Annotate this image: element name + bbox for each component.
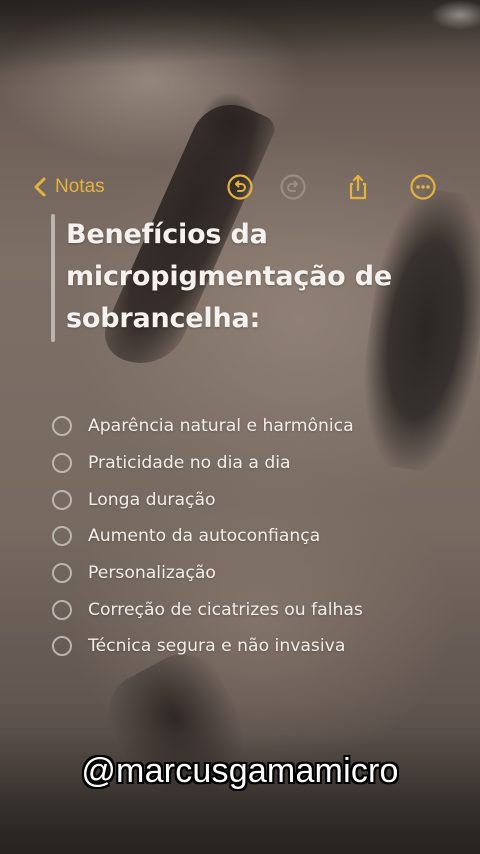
creator-handle: @marcusgamamicro bbox=[81, 752, 399, 790]
screen: Notas Benefícios da micropigmentação de … bbox=[0, 0, 480, 854]
checkbox-circle-icon[interactable] bbox=[52, 526, 72, 547]
checklist-item-label: Personalização bbox=[88, 563, 216, 584]
share-icon[interactable] bbox=[344, 173, 372, 201]
eyebrow-tail-image bbox=[200, 92, 260, 152]
checklist-item[interactable]: Personalização bbox=[52, 555, 472, 592]
checkbox-circle-icon[interactable] bbox=[52, 416, 72, 437]
undo-icon[interactable] bbox=[226, 173, 254, 201]
more-icon[interactable] bbox=[409, 173, 437, 201]
checklist-item[interactable]: Técnica segura e não invasiva bbox=[52, 628, 472, 665]
checklist-item[interactable]: Aumento da autoconfiança bbox=[52, 518, 472, 555]
checkbox-circle-icon[interactable] bbox=[52, 563, 72, 584]
back-button[interactable]: Notas bbox=[33, 170, 105, 204]
checkbox-circle-icon[interactable] bbox=[52, 453, 72, 474]
checkbox-circle-icon[interactable] bbox=[52, 489, 72, 510]
checklist-item-label: Técnica segura e não invasiva bbox=[88, 636, 346, 657]
back-label: Notas bbox=[55, 176, 105, 197]
notes-toolbar: Notas bbox=[0, 170, 480, 204]
note-title[interactable]: Benefícios da micropigmentação de sobran… bbox=[66, 214, 466, 340]
redo-icon[interactable] bbox=[279, 173, 307, 201]
checklist-item-label: Aparência natural e harmônica bbox=[88, 416, 354, 437]
checkbox-circle-icon[interactable] bbox=[52, 599, 72, 620]
checklist-item[interactable]: Longa duração bbox=[52, 481, 472, 518]
checklist-item-label: Aumento da autoconfiança bbox=[88, 526, 321, 547]
checklist-item-label: Longa duração bbox=[88, 489, 216, 510]
chevron-left-icon bbox=[34, 177, 46, 197]
checklist-item[interactable]: Correção de cicatrizes ou falhas bbox=[52, 591, 472, 628]
text-cursor-bar bbox=[51, 214, 55, 342]
checklist-item-label: Correção de cicatrizes ou falhas bbox=[88, 599, 363, 620]
checklist-item-label: Praticidade no dia a dia bbox=[88, 453, 291, 474]
checklist: Aparência natural e harmônica Praticidad… bbox=[52, 408, 472, 665]
light-glare bbox=[430, 0, 480, 30]
checkbox-circle-icon[interactable] bbox=[52, 636, 72, 657]
checklist-item[interactable]: Praticidade no dia a dia bbox=[52, 445, 472, 482]
checklist-item[interactable]: Aparência natural e harmônica bbox=[52, 408, 472, 445]
